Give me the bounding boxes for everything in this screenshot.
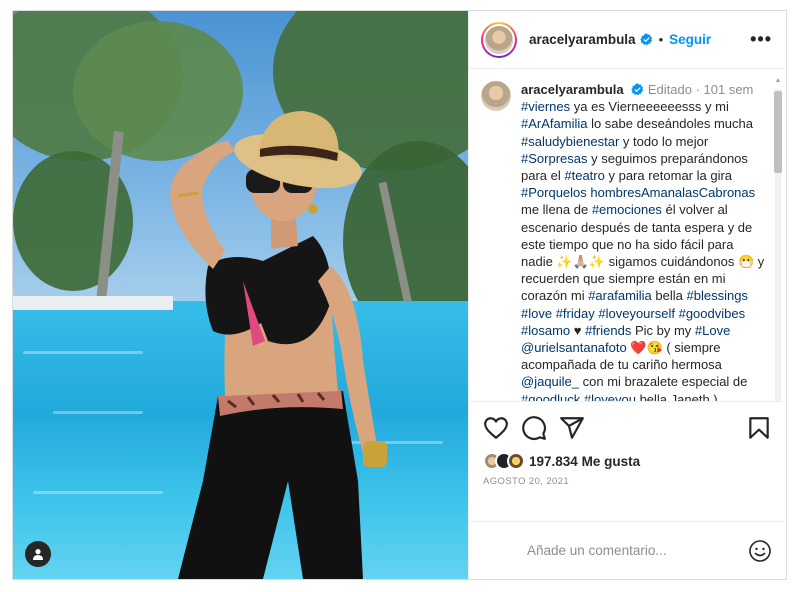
caption-tag-link[interactable]: #loveyourself	[598, 306, 675, 321]
caption-text-segment: y todo lo mejor	[619, 133, 709, 149]
header-separator: •	[658, 32, 664, 47]
caption-username[interactable]: aracelyarambula	[521, 82, 624, 97]
caption-area[interactable]: aracelyarambula Editado · 101 sem #viern…	[469, 69, 786, 401]
post-actions: 197.834 Me gusta AGOSTO 20, 2021	[469, 401, 786, 521]
likes-number: 197.834	[529, 453, 578, 469]
caption-tag-link[interactable]: #teatro	[564, 168, 604, 183]
author-avatar[interactable]	[481, 21, 517, 58]
author-username[interactable]: aracelyarambula	[529, 32, 636, 47]
tagged-user-button[interactable]	[25, 541, 51, 567]
caption-tag-link[interactable]: #losamo	[521, 323, 570, 338]
caption-text-segment: me llena de	[521, 202, 592, 218]
caption-text-segment: bella	[651, 288, 687, 304]
post-photo[interactable]	[13, 11, 468, 579]
scroll-up-arrow[interactable]: ▲	[774, 77, 782, 85]
likes-count[interactable]: 197.834 Me gusta	[529, 454, 640, 469]
bookmark-icon[interactable]	[746, 415, 772, 441]
caption-tag-link[interactable]: #viernes	[521, 99, 570, 114]
caption-tag-link[interactable]: #goodluck	[521, 392, 580, 401]
liker-avatars	[483, 452, 525, 470]
caption-text-segment: lo sabe deseándoles mucha	[587, 116, 753, 132]
caption-tag-link[interactable]: #love	[521, 306, 552, 321]
caption-text-segment: y para retomar la gira	[604, 168, 733, 184]
caption-tag-link[interactable]: #ArAfamilia	[521, 116, 587, 131]
likes-row[interactable]: 197.834 Me gusta	[483, 452, 772, 470]
caption-text-segment: bella Janeth )	[635, 391, 718, 401]
caption-tag-link[interactable]: #emociones	[592, 202, 662, 217]
more-options-button[interactable]: •••	[750, 29, 772, 50]
likes-label: Me gusta	[581, 453, 641, 469]
comment-bubble-icon[interactable]	[521, 415, 547, 441]
caption-text: aracelyarambula Editado · 101 sem #viern…	[521, 81, 766, 401]
follow-button[interactable]: Seguir	[669, 32, 711, 47]
caption-tag-link[interactable]: #goodvibes	[679, 306, 746, 321]
post-header: aracelyarambula • Seguir •••	[469, 11, 786, 69]
caption-author-avatar[interactable]	[481, 81, 511, 111]
verified-badge-icon	[631, 83, 644, 96]
post-side-panel: aracelyarambula • Seguir ••• aracelyaram…	[468, 11, 786, 579]
caption-content: #viernes ya es Vierneeeeeesss y mi #ArAf…	[521, 99, 764, 401]
caption-tag-link[interactable]: #Sorpresas	[521, 151, 587, 166]
comment-input[interactable]	[527, 543, 748, 558]
caption-tag-link[interactable]: @urielsantanafoto	[521, 340, 627, 355]
post-date[interactable]: AGOSTO 20, 2021	[483, 476, 772, 487]
caption-tag-link[interactable]: @jaquile_	[521, 374, 579, 389]
liker-avatar	[507, 452, 525, 470]
instagram-post: aracelyarambula • Seguir ••• aracelyaram…	[12, 10, 787, 580]
scrollbar-thumb[interactable]	[774, 91, 782, 173]
caption-tag-link[interactable]: #Porquelos hombresAmanalasCabronas	[521, 185, 755, 200]
caption-tag-link[interactable]: #saludybienestar	[521, 134, 619, 149]
photo-woman-figure	[170, 111, 387, 579]
add-comment-bar	[469, 521, 786, 579]
paper-plane-icon[interactable]	[559, 415, 585, 441]
caption-tag-link[interactable]: #blessings	[687, 288, 748, 303]
caption-tag-link[interactable]: #friends	[585, 323, 631, 338]
caption-tag-link[interactable]: #Love	[695, 323, 730, 338]
caption-tag-link[interactable]: #friday	[556, 306, 595, 321]
caption-text-segment: con mi brazalete especial de	[579, 374, 748, 390]
verified-badge-icon	[639, 33, 653, 46]
user-icon	[33, 549, 43, 560]
smiley-icon[interactable]	[748, 539, 772, 563]
caption-tag-link[interactable]: #loveyou	[584, 392, 636, 401]
caption-meta: Editado · 101 sem	[647, 82, 754, 97]
caption-scrollbar[interactable]: ▲ ▼	[772, 77, 784, 401]
caption-row: aracelyarambula Editado · 101 sem #viern…	[481, 81, 766, 401]
action-icons	[483, 414, 772, 442]
caption-text-segment: ♥	[570, 322, 586, 338]
caption-text-segment: Pic by my	[631, 322, 695, 338]
caption-tag-link[interactable]: #arafamilia	[588, 288, 652, 303]
heart-icon[interactable]	[483, 415, 509, 441]
caption-text-segment: ya es Vierneeeeeesss y mi	[570, 99, 729, 115]
